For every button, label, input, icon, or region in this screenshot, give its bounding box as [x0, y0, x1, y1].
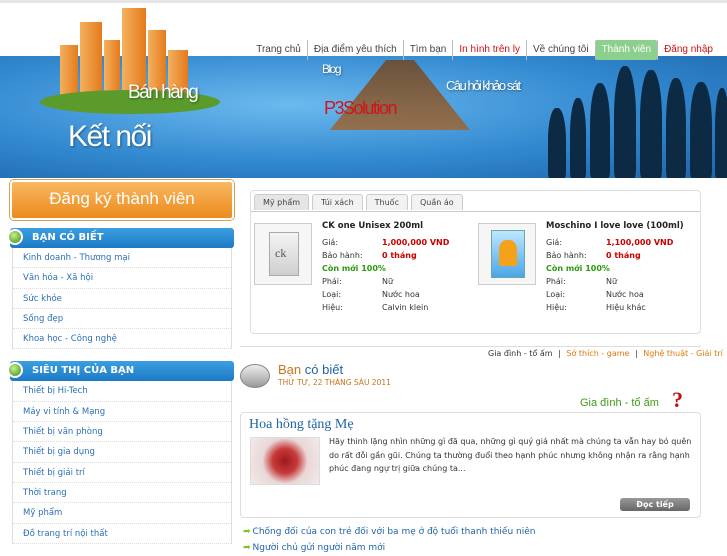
sidebar-item-business[interactable]: Kinh doanh - Thương mại [13, 248, 231, 269]
gender-label: Phái: [546, 277, 566, 286]
sidebar-item-computer[interactable]: Máy vi tính & Mạng [13, 402, 231, 423]
article-title[interactable]: Hoa hồng tặng Mẹ [249, 417, 354, 433]
news-heading: Bạn có biết [278, 362, 343, 377]
read-more-button[interactable]: Đọc tiếp [620, 498, 690, 511]
warranty-label: Bảo hành: [546, 251, 587, 260]
article-excerpt: Hãy thinh lặng nhìn những gì đã qua, nhữ… [329, 437, 692, 473]
globe-icon [7, 362, 23, 379]
warranty-value: 0 tháng [606, 251, 641, 260]
section-header-supermarket: SIÊU THỊ CỦA BẠN [7, 361, 234, 382]
nav-favorite-places[interactable]: Địa điểm yêu thích [306, 40, 403, 60]
separator: | [635, 349, 638, 358]
price-value: 1,000,000 VND [382, 238, 450, 247]
sidebar-item-hitech[interactable]: Thiết bị Hi-Tech [13, 381, 231, 402]
product-image[interactable]: ck [254, 223, 312, 285]
product-logo-text: ck [275, 246, 287, 260]
nav-find-friends[interactable]: Tìm bạn [402, 40, 453, 60]
did-you-know-list: Kinh doanh - Thương mại Văn hóa - Xã hội… [12, 248, 232, 350]
question-mark-icon: ? [672, 387, 683, 412]
product-tabs: Mỹ phẩm Túi xách Thuốc Quần áo [254, 194, 463, 210]
banner-word-survey[interactable]: Câu hỏi khảo sát [446, 78, 521, 93]
arrow-icon: ➡ [243, 527, 251, 537]
price-label: Giá: [546, 238, 563, 247]
news-heading-part1: Bạn [278, 362, 302, 377]
stock-status: Còn mới 100% [322, 264, 386, 273]
price-label: Giá: [322, 238, 339, 247]
nav-print-on-cup[interactable]: In hình trên ly [452, 40, 526, 60]
product-box: Mỹ phẩm Túi xách Thuốc Quần áo ck CK one… [250, 190, 701, 334]
news-date: THỨ TƯ, 22 THÁNG SÁU 2011 [278, 378, 391, 387]
price-value: 1,100,000 VND [606, 238, 674, 247]
product-name[interactable]: Moschino I love love (100ml) [546, 221, 684, 231]
divider [240, 346, 701, 347]
nav-about-us[interactable]: Về chúng tôi [525, 40, 595, 60]
type-label: Loại: [546, 290, 566, 299]
sidebar-item-culture[interactable]: Văn hóa - Xã hội [13, 268, 231, 289]
category-hobby[interactable]: Sở thích - game [566, 349, 629, 358]
nav-members[interactable]: Thành viên [594, 40, 658, 60]
section-header-did-you-know: BẠN CÓ BIẾT [7, 228, 234, 248]
brand-label: Hiệu: [546, 303, 567, 312]
product-name[interactable]: CK one Unisex 200ml [322, 221, 423, 231]
product-image[interactable] [478, 223, 536, 285]
sidebar-item-household[interactable]: Thiết bị gia dụng [13, 442, 231, 463]
sidebar-item-office[interactable]: Thiết bị văn phòng [13, 422, 231, 443]
type-label: Loại: [322, 290, 342, 299]
register-member-button[interactable]: Đăng ký thành viên [10, 180, 234, 220]
type-value: Nước hoa [382, 290, 420, 299]
sidebar-item-health[interactable]: Sức khỏe [13, 289, 231, 309]
top-navigation: Trang chủ Địa điểm yêu thích Tìm bạn In … [250, 40, 719, 60]
list-item[interactable]: ➡ Người chủ gửi người năm mới [243, 540, 535, 556]
category-links: Gia đình - tổ ấm | Sở thích - game | Ngh… [488, 349, 723, 358]
sidebar-item-cosmetics[interactable]: Mỹ phẩm [13, 503, 231, 524]
article-card: Hoa hồng tặng Mẹ Hãy thinh lặng nhìn nhữ… [240, 412, 701, 518]
news-heading-part2: có biết [304, 362, 344, 377]
globe-icon [7, 229, 23, 245]
section-title-family[interactable]: Gia đình - tổ ấm [580, 397, 659, 409]
nav-login[interactable]: Đăng nhập [657, 40, 719, 60]
brand-value: Hiệu khác [606, 303, 646, 312]
nav-home[interactable]: Trang chủ [250, 40, 307, 60]
gender-value: Nữ [382, 277, 394, 286]
tab-handbags[interactable]: Túi xách [312, 194, 363, 210]
type-value: Nước hoa [606, 290, 644, 299]
banner-word-sales[interactable]: Bán hàng [128, 82, 199, 104]
sidebar-item-science[interactable]: Khoa học - Công nghệ [13, 329, 231, 350]
tab-clothes[interactable]: Quần áo [410, 194, 463, 210]
link-text: Chống đối của con trẻ đối với ba mẹ ở độ… [252, 527, 536, 537]
banner-word-connect[interactable]: Kết nối [68, 120, 152, 154]
banner-word-p3solution[interactable]: P3Solution [324, 98, 398, 119]
warranty-value: 0 tháng [382, 251, 417, 260]
category-family[interactable]: Gia đình - tổ ấm [488, 349, 553, 358]
separator: | [558, 349, 561, 358]
sidebar-item-entertainment[interactable]: Thiết bị giải trí [13, 463, 231, 483]
speech-bubble-icon [240, 364, 270, 388]
left-sidebar: Đăng ký thành viên BẠN CÓ BIẾT Kinh doan… [7, 178, 234, 544]
sidebar-item-interior[interactable]: Đồ trang trí nội thất [13, 524, 231, 544]
tab-medicine[interactable]: Thuốc [365, 194, 408, 210]
sidebar-item-fashion[interactable]: Thời trang [13, 483, 231, 504]
tab-divider [251, 211, 700, 212]
sidebar-item-living[interactable]: Sống đẹp [13, 309, 231, 330]
tab-cosmetics[interactable]: Mỹ phẩm [254, 194, 310, 210]
gender-label: Phái: [322, 277, 342, 286]
warranty-label: Bảo hành: [322, 251, 363, 260]
header-banner: Bán hàng Kết nối Blog P3Solution Câu hỏi… [0, 0, 727, 178]
list-item[interactable]: ➡ Chống đối của con trẻ đối với ba mẹ ở đ… [243, 524, 535, 540]
category-arts[interactable]: Nghệ thuật - Giải trí [643, 349, 723, 358]
banner-word-blog[interactable]: Blog [322, 62, 342, 76]
section-title: SIÊU THỊ CỦA BẠN [32, 365, 135, 377]
brand-value: Calvin klein [382, 303, 429, 312]
related-links: ➡ Chống đối của con trẻ đối với ba mẹ ở đ… [243, 524, 535, 556]
brand-label: Hiệu: [322, 303, 343, 312]
article-image-rose[interactable] [250, 437, 320, 485]
stock-status: Còn mới 100% [546, 264, 610, 273]
section-title: BẠN CÓ BIẾT [32, 232, 104, 243]
supermarket-list: Thiết bị Hi-Tech Máy vi tính & Mạng Thiế… [12, 381, 232, 544]
gender-value: Nữ [606, 277, 618, 286]
